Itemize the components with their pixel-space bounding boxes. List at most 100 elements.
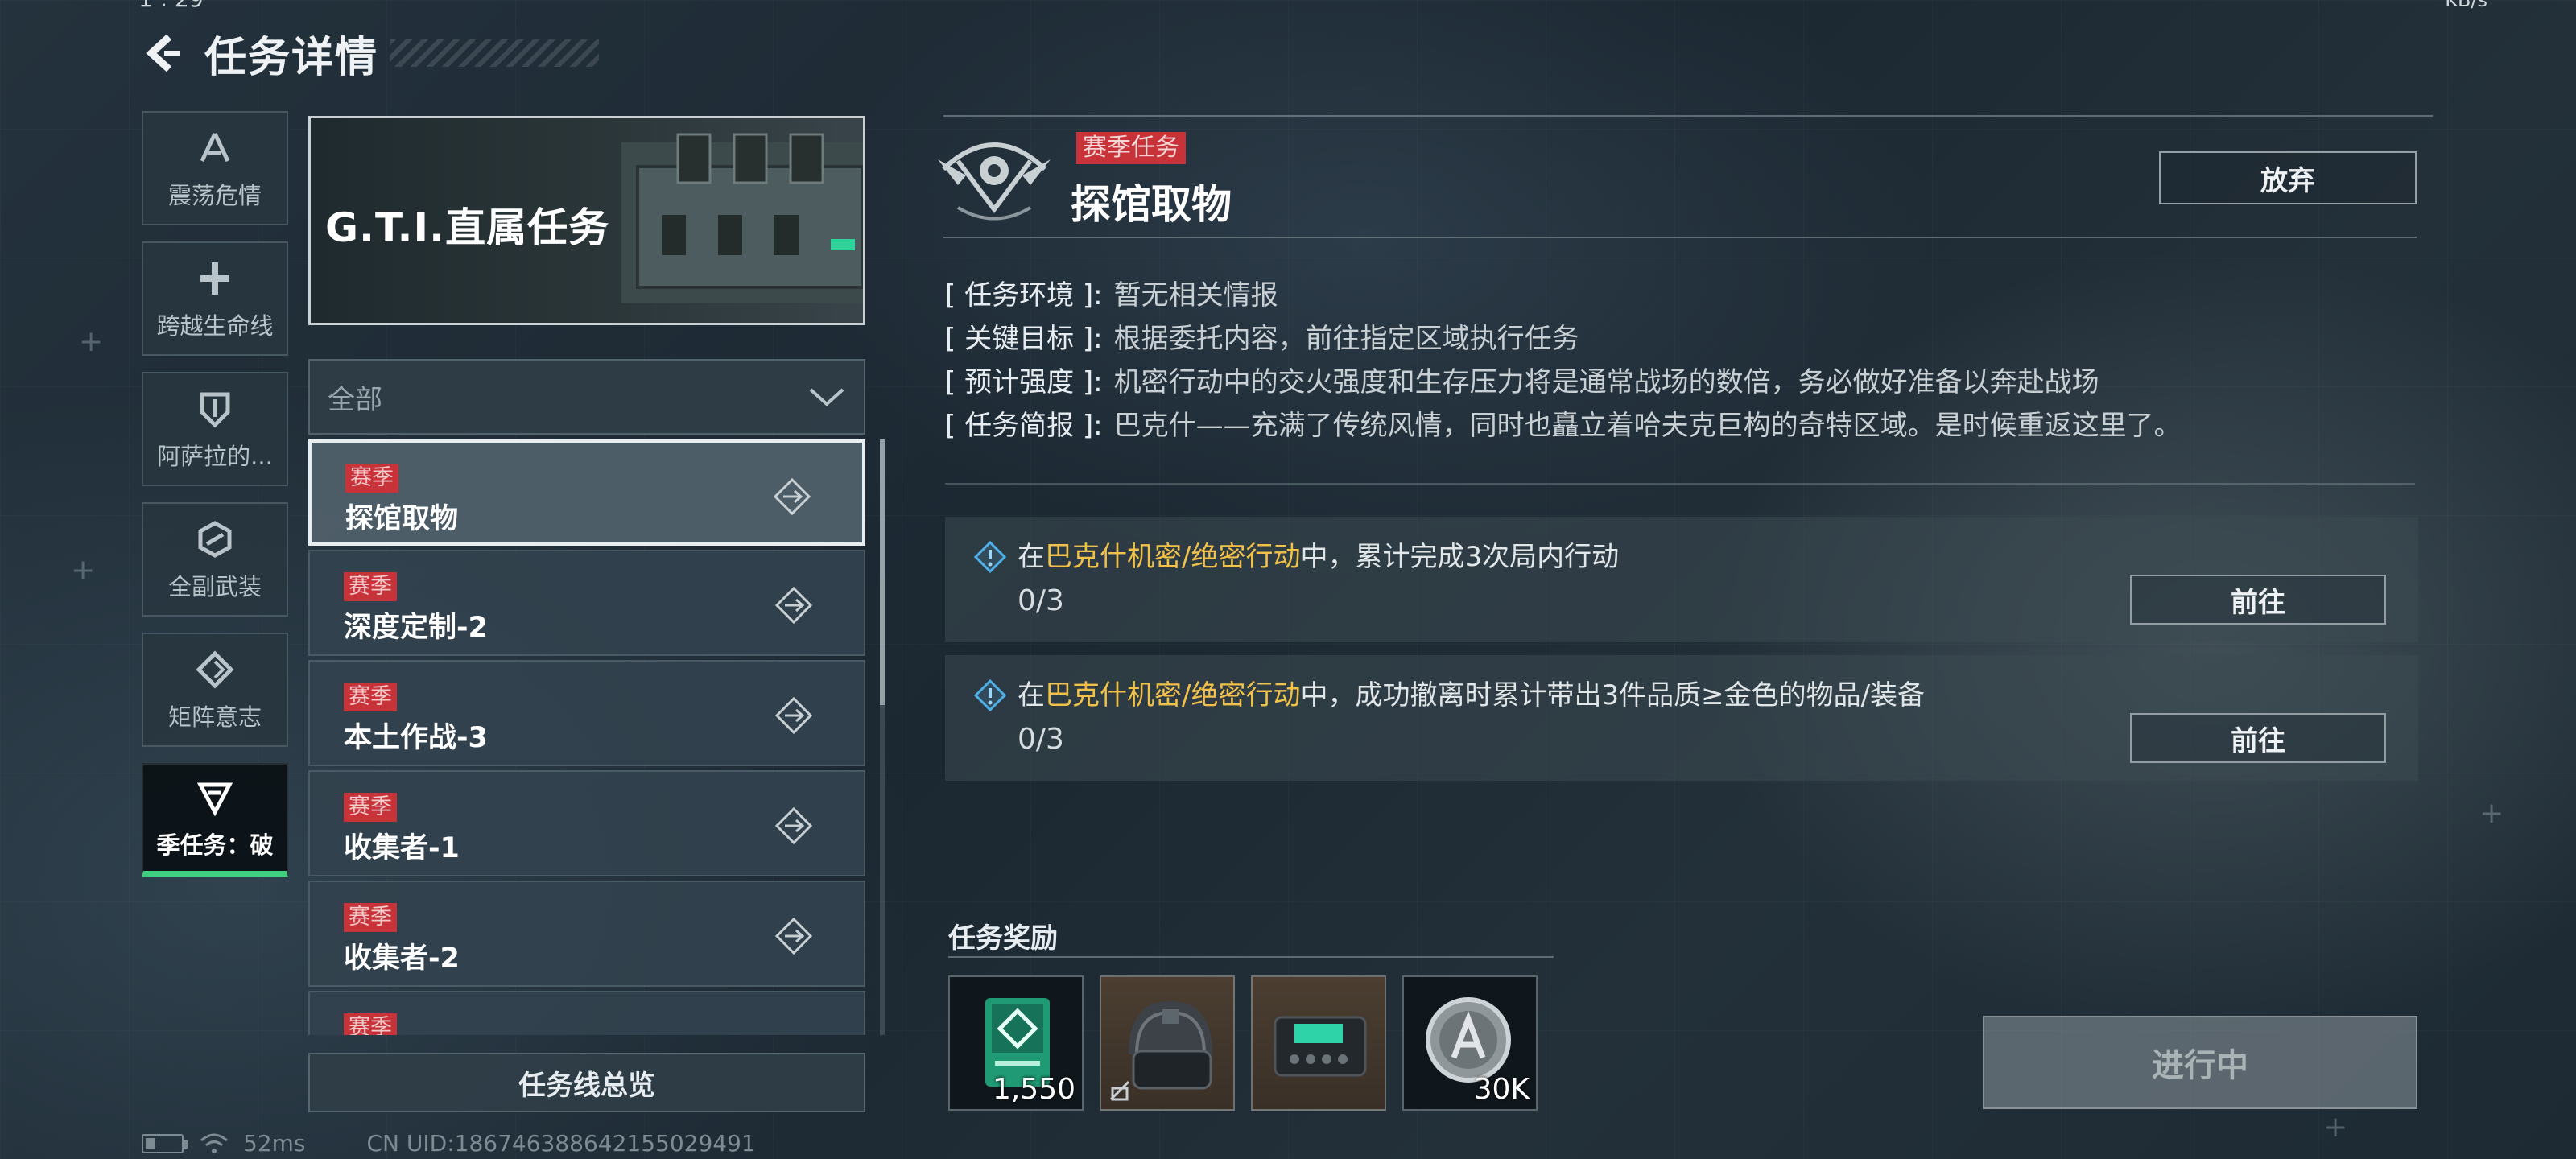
- category-item-shock-crisis[interactable]: 震荡危情: [142, 111, 288, 225]
- mission-status-button: 进行中: [1983, 1016, 2417, 1109]
- reward-title: 任务奖励: [948, 922, 1058, 955]
- wifi-icon: [200, 1133, 228, 1153]
- category-item-matrix-will[interactable]: 矩阵意志: [142, 633, 288, 747]
- mission-item[interactable]: 赛季 本土作战-3: [308, 660, 865, 766]
- category-label: 阿萨拉的...: [157, 443, 273, 470]
- category-rail: 震荡危情 跨越生命线 阿萨拉的... 全副武装 矩阵意志 季任务：破: [142, 111, 288, 893]
- mission-name: 本土作战-3: [344, 722, 488, 754]
- category-label: 矩阵意志: [167, 703, 262, 731]
- deco-plus-icon: +: [79, 325, 104, 358]
- filter-value: 全部: [328, 383, 382, 416]
- reward-item[interactable]: [1251, 975, 1386, 1111]
- season-task-tag: 赛季任务: [1076, 132, 1186, 164]
- mission-info: [ 任务环境 ]: 暂无相关情报 [ 关键目标 ]: 根据委托内容，前往指定区域…: [945, 274, 2182, 448]
- info-divider: [945, 483, 2415, 485]
- objective-text: 在巴克什机密/绝密行动中，成功撤离时累计带出3件品质≥金色的物品/装备: [1018, 679, 1926, 711]
- season-badge: 赛季: [344, 793, 397, 822]
- mission-name: 深度定制-2: [344, 612, 488, 644]
- objective-progress: 0/3: [1018, 584, 1064, 617]
- objective-progress: 0/3: [1018, 723, 1064, 756]
- diamond-icon: [192, 647, 237, 692]
- info-diamond-icon: [974, 679, 1006, 711]
- banner-title: G.T.I.直属任务: [325, 204, 610, 251]
- reward-item[interactable]: 30K: [1402, 975, 1538, 1111]
- season-badge: 赛季: [344, 683, 397, 711]
- info-intensity: [ 预计强度 ]: 机密行动中的交火强度和生存压力将是通常战场的数倍，务必做好准…: [945, 366, 2099, 398]
- track-mission-icon: [774, 917, 813, 955]
- back-arrow-icon: [146, 34, 180, 72]
- objective-location: 巴克什机密/绝密行动: [1045, 679, 1301, 711]
- device-icon: [1274, 1016, 1367, 1077]
- track-mission-icon: [774, 586, 813, 625]
- mission-list-scroll-thumb[interactable]: [880, 439, 885, 705]
- mission-list: 赛季 探馆取物 赛季 深度定制-2 赛季 本土作战-3 赛季 收集者-1 赛季 …: [308, 439, 865, 1035]
- page-header: 任务详情: [138, 21, 600, 85]
- reward-list: 1,550 30K: [948, 975, 1538, 1111]
- ping-value: 52ms: [243, 1130, 306, 1157]
- category-label: 季任务：破: [156, 831, 274, 859]
- season-badge: 赛季: [344, 572, 397, 601]
- season-badge: 赛季: [344, 1013, 397, 1035]
- info-briefing: [ 任务简报 ]: 巴克什——充满了传统风情，同时也矗立着哈夫克巨构的奇特区域。…: [945, 410, 2182, 442]
- mission-name: 探馆取物: [345, 503, 459, 535]
- mission-item[interactable]: 赛季 收集者-2: [308, 881, 865, 987]
- footer-status: 52ms CN UID:1867463886421550294​91: [142, 1130, 756, 1157]
- abandon-button[interactable]: 放弃: [2159, 151, 2417, 204]
- reward-divider: [948, 956, 1554, 958]
- mission-item[interactable]: 赛季 深度定制-2: [308, 550, 865, 656]
- supply-crate-image: [621, 133, 863, 303]
- info-diamond-icon: [974, 541, 1006, 573]
- reward-item[interactable]: [1100, 975, 1235, 1111]
- objective-row: 在巴克什机密/绝密行动中，累计完成3次局内行动 0/3 前往: [945, 517, 2418, 642]
- chevron-down-icon: [809, 388, 844, 406]
- restricted-icon: [1109, 1080, 1130, 1101]
- tripod-icon: [192, 126, 237, 171]
- category-item-lifeline[interactable]: 跨越生命线: [142, 241, 288, 356]
- category-label: 全副武装: [167, 573, 262, 600]
- goto-button[interactable]: 前往: [2130, 575, 2386, 625]
- deco-plus-icon: +: [2479, 797, 2504, 830]
- reward-count: 1,550: [992, 1073, 1075, 1106]
- status-network-speed: KB/s: [2445, 0, 2487, 11]
- track-mission-icon: [774, 806, 813, 845]
- goto-button[interactable]: 前往: [2130, 713, 2386, 763]
- mission-item[interactable]: 赛季: [308, 991, 865, 1035]
- mission-filter-dropdown[interactable]: 全部: [308, 359, 865, 435]
- info-environment: [ 任务环境 ]: 暂无相关情报: [945, 279, 1278, 311]
- category-label: 跨越生命线: [156, 312, 274, 340]
- detail-top-divider: [943, 115, 2433, 117]
- reward-count: 30K: [1473, 1073, 1530, 1106]
- triangle-icon: [192, 775, 237, 820]
- objective-text: 在巴克什机密/绝密行动中，累计完成3次局内行动: [1018, 541, 1620, 573]
- season-badge: 赛季: [344, 903, 397, 932]
- category-label: 震荡危情: [167, 182, 262, 209]
- detail-title-divider: [943, 237, 2417, 238]
- eagle-emblem-icon: [938, 142, 1051, 221]
- deco-plus-icon: +: [71, 554, 96, 587]
- battery-icon: [142, 1133, 188, 1153]
- mission-line-overview-button[interactable]: 任务线总览: [308, 1053, 865, 1112]
- mission-item[interactable]: 赛季 收集者-1: [308, 770, 865, 876]
- shield-icon: [192, 386, 237, 431]
- objective-row: 在巴克什机密/绝密行动中，成功撤离时累计带出3件品质≥金色的物品/装备 0/3 …: [945, 655, 2418, 781]
- track-mission-icon: [773, 477, 811, 516]
- season-badge: 赛季: [345, 464, 398, 493]
- title-decoration: [390, 39, 600, 67]
- back-button[interactable]: [138, 29, 187, 77]
- page-title: 任务详情: [204, 33, 379, 82]
- user-uid: CN UID:1867463886421550294​91: [366, 1130, 756, 1157]
- objective-location: 巴克什机密/绝密行动: [1045, 541, 1301, 573]
- category-item-fully-armed[interactable]: 全副武装: [142, 502, 288, 617]
- category-item-asala[interactable]: 阿萨拉的...: [142, 372, 288, 486]
- mission-item[interactable]: 赛季 探馆取物: [308, 439, 865, 546]
- info-key-target: [ 关键目标 ]: 根据委托内容，前往指定区域执行任务: [945, 323, 1579, 355]
- reward-item[interactable]: 1,550: [948, 975, 1084, 1111]
- category-item-season-task[interactable]: 季任务：破: [142, 763, 288, 877]
- plus-icon: [192, 256, 237, 301]
- deco-plus-icon: +: [2323, 1111, 2348, 1144]
- track-mission-icon: [774, 696, 813, 735]
- status-time: 1 : 29: [138, 0, 204, 12]
- mission-line-banner[interactable]: G.T.I.直属任务: [308, 116, 865, 325]
- hex-icon: [192, 517, 237, 562]
- mission-detail-title: 探馆取物: [1071, 181, 1232, 228]
